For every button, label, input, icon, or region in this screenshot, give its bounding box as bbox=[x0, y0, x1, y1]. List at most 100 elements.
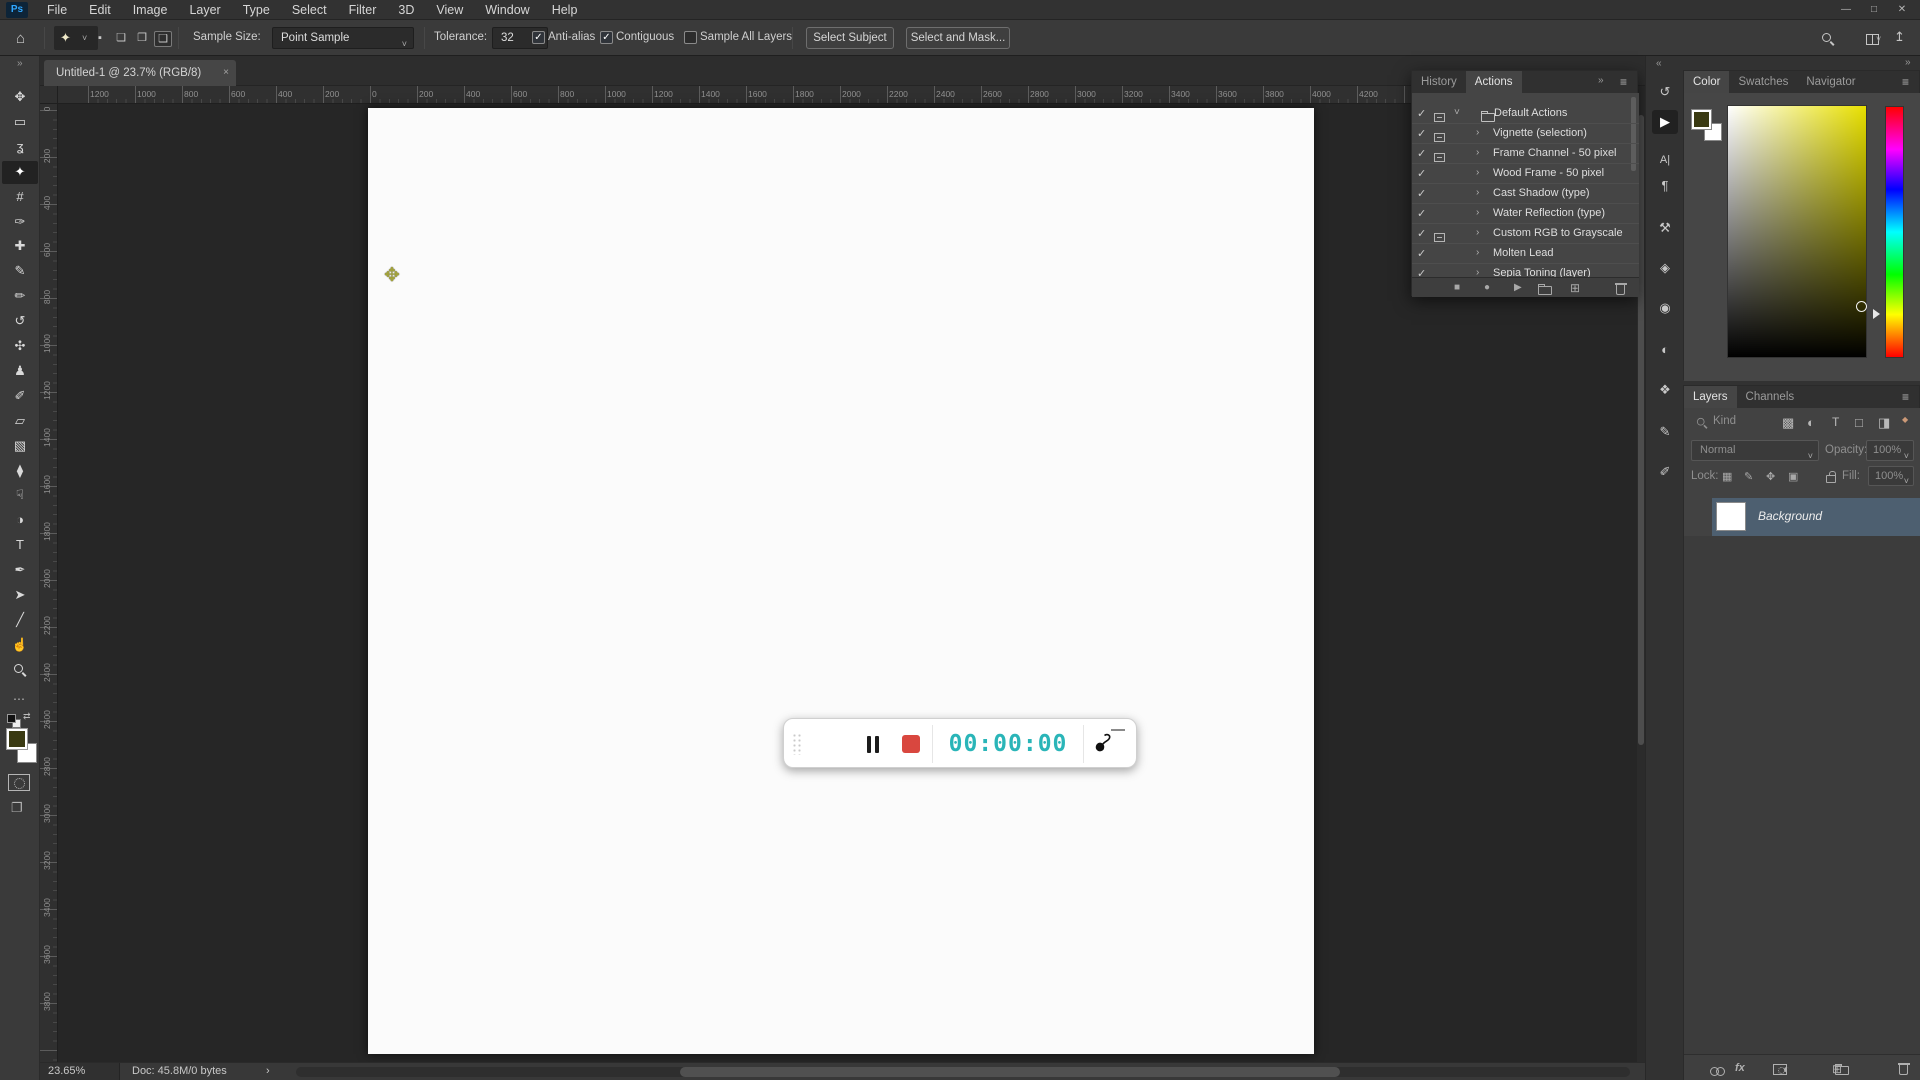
lock-all-icon[interactable] bbox=[1826, 475, 1836, 483]
share-icon[interactable]: ↥ bbox=[1894, 29, 1905, 45]
lock-position-icon[interactable]: ✥ bbox=[1766, 470, 1775, 483]
hand-tool[interactable]: ☝ bbox=[7, 634, 33, 657]
filter-toggle-icon[interactable]: ◆ bbox=[1902, 415, 1908, 424]
panel-tab-layers[interactable]: Layers bbox=[1684, 386, 1737, 408]
edit-toolbar-icon[interactable]: ⋯ bbox=[13, 692, 25, 706]
search-icon[interactable] bbox=[1822, 33, 1834, 45]
color-picker-cursor[interactable] bbox=[1856, 301, 1867, 312]
stop-recording-button[interactable] bbox=[902, 735, 920, 753]
magic-wand-tool[interactable]: ✦ bbox=[2, 161, 38, 184]
adjustment-layer-icon[interactable]: ◐ bbox=[1783, 1062, 1790, 1076]
brushes-panel-icon[interactable]: ✐ bbox=[1652, 460, 1678, 484]
collapse-dock-icon[interactable]: « bbox=[1656, 58, 1662, 69]
dodge-tool[interactable]: ◑ bbox=[7, 509, 33, 532]
pencil-tool[interactable]: ✏ bbox=[7, 285, 33, 308]
select-subject-button[interactable]: Select Subject bbox=[806, 27, 894, 49]
smudge-tool[interactable]: ☟ bbox=[7, 484, 33, 507]
crop-tool[interactable]: # bbox=[7, 186, 33, 209]
quick-mask-icon[interactable] bbox=[8, 774, 30, 791]
filter-adjustment-layers-icon[interactable]: ◐ bbox=[1807, 415, 1815, 430]
expand-open-icon[interactable]: ˅ bbox=[1454, 107, 1460, 118]
panel-menu-icon[interactable]: ≡ bbox=[1902, 75, 1909, 89]
intersect-selection-mode[interactable]: ❑ bbox=[154, 31, 172, 47]
blur-tool[interactable]: ⧫ bbox=[7, 460, 33, 483]
action-row[interactable]: ✓›Cast Shadow (type) bbox=[1412, 184, 1639, 204]
action-check-icon[interactable]: ✓ bbox=[1417, 187, 1426, 200]
panel-tab-color[interactable]: Color bbox=[1684, 71, 1729, 93]
expand-icon[interactable]: › bbox=[1476, 207, 1479, 218]
contiguous-checkbox[interactable]: ✓ bbox=[600, 31, 613, 44]
action-check-icon[interactable]: ✓ bbox=[1417, 147, 1426, 160]
menu-item-edit[interactable]: Edit bbox=[78, 0, 122, 20]
action-check-icon[interactable]: ✓ bbox=[1417, 107, 1426, 120]
panel-menu-icon[interactable]: ≡ bbox=[1620, 75, 1627, 89]
home-icon[interactable]: ⌂ bbox=[16, 30, 25, 47]
menu-item-filter[interactable]: Filter bbox=[338, 0, 388, 20]
eraser-tool[interactable]: ▱ bbox=[7, 410, 33, 433]
action-dialog-icon[interactable] bbox=[1434, 113, 1445, 122]
opacity-field[interactable]: 100% ˅ bbox=[1866, 440, 1914, 461]
status-menu-chevron[interactable]: › bbox=[266, 1065, 270, 1077]
action-row[interactable]: ✓›Water Reflection (type) bbox=[1412, 204, 1639, 224]
document-tab[interactable]: Untitled-1 @ 23.7% (RGB/8) × bbox=[44, 60, 236, 86]
mixer-brush-tool[interactable]: ✣ bbox=[7, 335, 33, 358]
actions-panel-icon[interactable]: ▶ bbox=[1652, 110, 1678, 134]
action-dialog-icon[interactable] bbox=[1434, 153, 1445, 162]
collapse-dock-icon[interactable]: » bbox=[1905, 57, 1911, 68]
saturation-brightness-field[interactable] bbox=[1727, 105, 1867, 358]
marquee-tool[interactable]: ▭ bbox=[7, 111, 33, 134]
stop-playing-icon[interactable]: ■ bbox=[1454, 282, 1460, 294]
eyedropper-tool[interactable]: ✑ bbox=[7, 211, 33, 234]
play-selection-icon[interactable]: ▶ bbox=[1514, 282, 1522, 294]
panel-tab-swatches[interactable]: Swatches bbox=[1729, 71, 1797, 93]
anti-alias-checkbox[interactable]: ✓ bbox=[532, 31, 545, 44]
document-canvas[interactable] bbox=[368, 108, 1314, 1054]
default-colors-icon[interactable] bbox=[7, 714, 20, 727]
filter-type-layers-icon[interactable]: T bbox=[1832, 415, 1839, 429]
line-tool[interactable]: ╱ bbox=[7, 609, 33, 632]
panel-tab-channels[interactable]: Channels bbox=[1737, 386, 1804, 408]
panel-tab-history[interactable]: History bbox=[1412, 71, 1466, 93]
expand-icon[interactable]: › bbox=[1476, 127, 1479, 138]
action-row[interactable]: ✓›Custom RGB to Grayscale bbox=[1412, 224, 1639, 244]
expand-icon[interactable]: › bbox=[1476, 167, 1479, 178]
filter-pixel-layers-icon[interactable]: ▩ bbox=[1782, 415, 1794, 431]
drag-handle[interactable] bbox=[792, 733, 802, 755]
layer-name[interactable]: Background bbox=[1758, 509, 1822, 523]
expand-icon[interactable]: › bbox=[1476, 267, 1479, 277]
action-row[interactable]: ✓›Wood Frame - 50 pixel bbox=[1412, 164, 1639, 184]
history-brush-tool[interactable]: ↺ bbox=[7, 310, 33, 333]
action-check-icon[interactable]: ✓ bbox=[1417, 227, 1426, 240]
sample-all-layers-checkbox[interactable] bbox=[684, 31, 697, 44]
new-layer-icon[interactable]: ⊞ bbox=[1832, 1062, 1842, 1076]
blend-mode-dropdown[interactable]: Normal ˅ bbox=[1691, 440, 1819, 461]
menu-item-help[interactable]: Help bbox=[541, 0, 589, 20]
action-row[interactable]: ✓›Sepia Toning (layer) bbox=[1412, 264, 1639, 277]
art-history-brush-tool[interactable]: ✐ bbox=[7, 385, 33, 408]
history-panel-icon[interactable]: ↺ bbox=[1652, 80, 1678, 104]
collapse-toolbar-icon[interactable]: » bbox=[17, 58, 23, 69]
filter-kind-label[interactable]: Kind bbox=[1713, 415, 1736, 427]
menu-item-window[interactable]: Window bbox=[474, 0, 540, 20]
minimize-widget-icon[interactable] bbox=[1111, 729, 1125, 731]
layer-thumbnail[interactable] bbox=[1716, 502, 1746, 531]
filter-shape-layers-icon[interactable]: □ bbox=[1855, 415, 1863, 430]
horizontal-scrollbar-thumb[interactable] bbox=[680, 1067, 1340, 1077]
brush-settings-panel-icon[interactable]: ✎ bbox=[1652, 420, 1678, 444]
paragraph-panel-icon[interactable]: ¶ bbox=[1652, 174, 1678, 198]
action-check-icon[interactable]: ✓ bbox=[1417, 267, 1426, 277]
expand-icon[interactable]: › bbox=[1476, 247, 1479, 258]
new-selection-mode[interactable]: ▪ bbox=[91, 31, 109, 47]
pause-icon[interactable] bbox=[875, 736, 879, 753]
zoom-level-field[interactable]: 23.65% bbox=[40, 1063, 120, 1080]
character-panel-icon[interactable]: A| bbox=[1652, 148, 1678, 172]
adjustments-panel-icon[interactable]: ◐ bbox=[1652, 338, 1678, 362]
menu-item-file[interactable]: File bbox=[36, 0, 78, 20]
swap-colors-icon[interactable]: ⇄ bbox=[23, 711, 31, 722]
panel-tab-navigator[interactable]: Navigator bbox=[1797, 71, 1864, 93]
expand-icon[interactable]: › bbox=[1476, 227, 1479, 238]
new-set-folder-icon[interactable] bbox=[1538, 286, 1552, 295]
action-row[interactable]: ✓›Vignette (selection) bbox=[1412, 124, 1639, 144]
filter-smart-objects-icon[interactable]: ◨ bbox=[1878, 415, 1890, 431]
fill-field[interactable]: 100% ˅ bbox=[1868, 466, 1914, 486]
